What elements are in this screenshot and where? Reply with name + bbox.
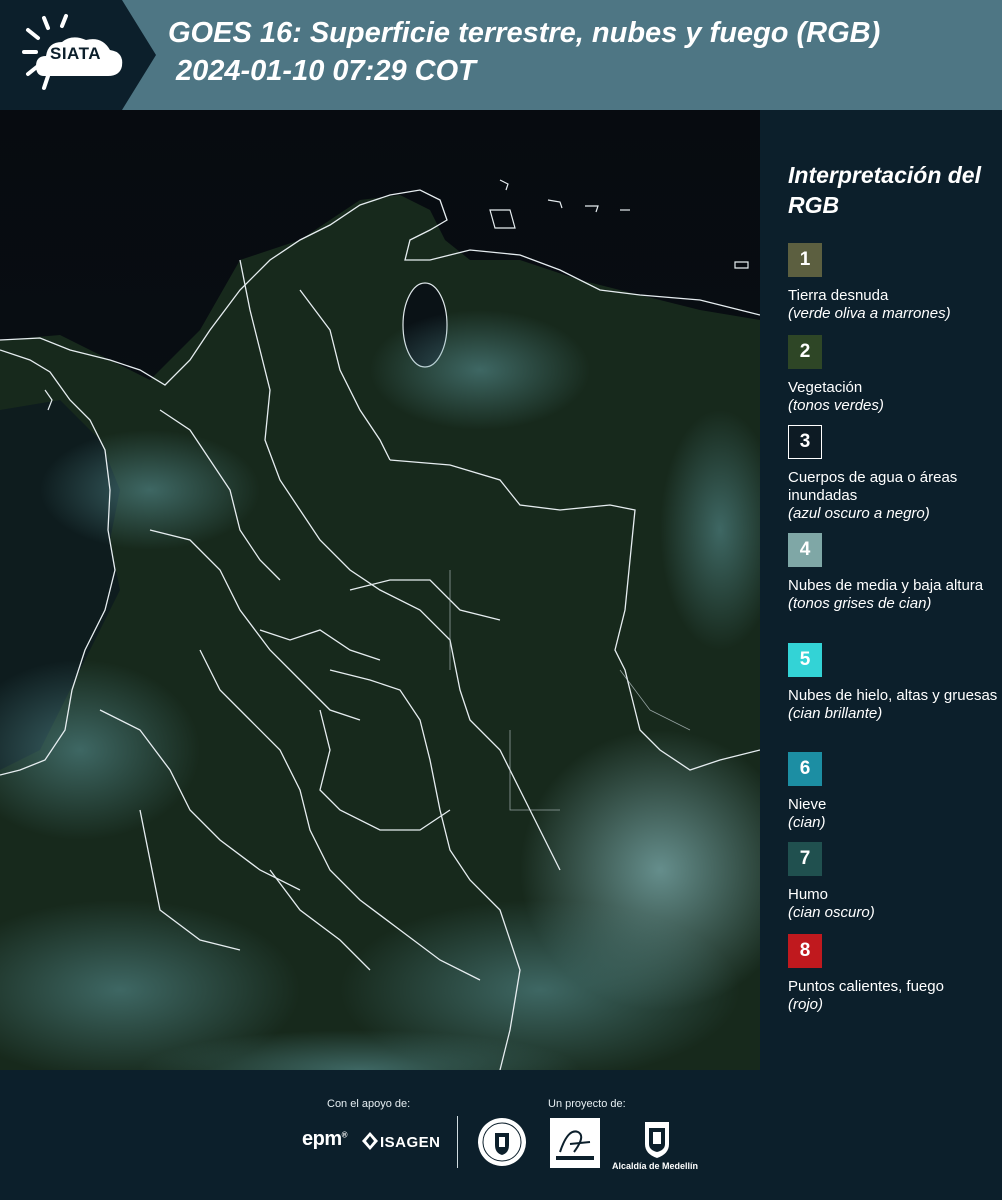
legend-label: Vegetación — [788, 379, 863, 396]
medellin-logo-text: Alcaldía de Medellín — [612, 1161, 699, 1171]
legend-item-hotspots: 8 Puntos calientes, fuego (rojo) — [788, 934, 998, 1014]
legend-item-mid-low-clouds: 4 Nubes de media y baja altura (tonos gr… — [788, 533, 998, 613]
isagen-icon — [362, 1132, 378, 1150]
support-label: Con el apoyo de: — [327, 1098, 411, 1110]
legend-label: Puntos calientes, fuego — [788, 978, 944, 995]
legend-note: (cian brillante) — [788, 705, 883, 722]
legend-label: Tierra desnuda — [788, 287, 889, 304]
legend-label: Nubes de hielo, altas y gruesas — [788, 687, 998, 704]
legend-swatch: 4 — [788, 533, 822, 567]
satellite-map[interactable] — [0, 110, 760, 1070]
title-timestamp: 2024-01-10 07:29 COT — [176, 55, 476, 87]
legend-label: Nubes de media y baja altura — [788, 577, 984, 594]
map-graphic — [0, 110, 760, 1070]
legend-title: Interpretación del RGB — [788, 162, 981, 218]
legend-note: (tonos grises de cian) — [788, 595, 932, 612]
page-title: GOES 16: Superficie terrestre, nubes y f… — [168, 14, 998, 90]
legend-swatch: 1 — [788, 243, 822, 277]
legend-item-water: 3 Cuerpos de agua o áreas inundadas (azu… — [788, 425, 998, 523]
header: SIATA GOES 16: Superficie terrestre, nub… — [0, 0, 1002, 110]
legend-label: Cuerpos de agua o áreas inundadas — [788, 469, 958, 504]
legend-swatch: 6 — [788, 752, 822, 786]
legend-item-smoke: 7 Humo (cian oscuro) — [788, 842, 998, 922]
legend-item-ice-clouds: 5 Nubes de hielo, altas y gruesas (cian … — [788, 643, 998, 723]
legend-note: (cian oscuro) — [788, 904, 875, 921]
legend-label: Humo — [788, 886, 829, 903]
project-label: Un proyecto de: — [548, 1098, 626, 1110]
legend-note: (rojo) — [788, 996, 824, 1013]
legend-note: (tonos verdes) — [788, 397, 884, 414]
title-line-1: GOES 16: Superficie terrestre, nubes y f… — [168, 17, 881, 49]
epm-logo: epm® — [302, 1128, 348, 1150]
legend-note: (azul oscuro a negro) — [788, 505, 930, 522]
area-metropolitana-logo — [550, 1118, 600, 1168]
legend-note: (verde oliva a marrones) — [788, 305, 951, 322]
legend-swatch: 7 — [788, 842, 822, 876]
isagen-logo: ISAGEN — [380, 1134, 441, 1151]
footer: Con el apoyo de: Un proyecto de: epm® IS… — [0, 1070, 1002, 1200]
legend-label: Nieve — [788, 796, 827, 813]
legend-swatch: 5 — [788, 643, 822, 677]
legend-swatch: 2 — [788, 335, 822, 369]
siata-logo-text: SIATA — [50, 44, 101, 63]
legend-panel: Interpretación del RGB 1 Tierra desnuda … — [760, 110, 1002, 1070]
antioquia-seal-icon — [478, 1118, 526, 1166]
isagen-logo-text: ISAGEN — [380, 1134, 441, 1151]
legend-note: (cian) — [788, 814, 826, 831]
medellin-shield-icon — [645, 1122, 669, 1158]
legend-item-bare-land: 1 Tierra desnuda (verde oliva a marrones… — [788, 243, 998, 323]
legend-swatch: 8 — [788, 934, 822, 968]
legend-item-snow: 6 Nieve (cian) — [788, 752, 998, 832]
legend-item-vegetation: 2 Vegetación (tonos verdes) — [788, 335, 998, 415]
legend-swatch: 3 — [788, 425, 822, 459]
footer-divider — [457, 1116, 458, 1168]
epm-logo-text: epm — [302, 1128, 342, 1150]
